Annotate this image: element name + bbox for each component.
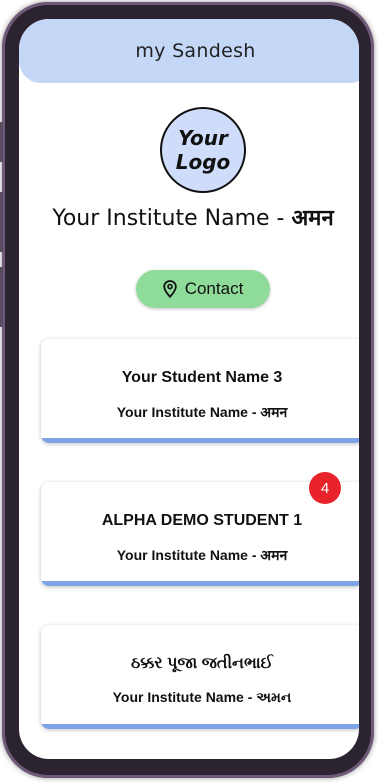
- student-name: ઠક્કર પૂજા જતીનભાઈ: [130, 655, 274, 672]
- institute-name-en: Your Institute Name -: [52, 206, 292, 231]
- student-name: Your Student Name 3: [121, 369, 283, 386]
- student-card[interactable]: Your Student Name 3 Your Institute Name …: [41, 339, 359, 443]
- institute-name-hi: अमन: [291, 206, 334, 231]
- card-accent-bar: [41, 438, 359, 443]
- institute-logo: Your Logo: [160, 107, 246, 193]
- card-accent-bar: [41, 724, 359, 729]
- contact-button-label: Contact: [184, 279, 244, 298]
- student-name: ALPHA DEMO STUDENT 1: [101, 512, 303, 529]
- app-screen: my Sandesh Your Logo Your Institute Name…: [19, 19, 359, 759]
- contact-button[interactable]: Contact: [136, 270, 270, 308]
- student-institute: Your Institute Name - अमन: [116, 547, 288, 563]
- student-institute: Your Institute Name - અમન: [112, 689, 292, 705]
- student-card[interactable]: ઠક્કર પૂજા જતીનભાઈ Your Institute Name -…: [41, 625, 359, 729]
- phone-side-button: [0, 122, 3, 162]
- app-title: my Sandesh: [135, 40, 256, 62]
- location-pin-icon: [163, 280, 177, 298]
- logo-text-line1: Your: [178, 126, 228, 150]
- card-accent-bar: [41, 581, 359, 586]
- notification-badge: 4: [309, 472, 341, 504]
- phone-volume-up-button: [0, 192, 3, 252]
- institute-name-heading: Your Institute Name - अमन: [19, 202, 359, 232]
- app-bar: my Sandesh: [19, 19, 359, 83]
- phone-volume-down-button: [0, 267, 3, 327]
- student-institute: Your Institute Name - अमन: [116, 404, 288, 420]
- logo-text-line2: Logo: [175, 150, 231, 174]
- phone-frame: my Sandesh Your Logo Your Institute Name…: [0, 2, 374, 778]
